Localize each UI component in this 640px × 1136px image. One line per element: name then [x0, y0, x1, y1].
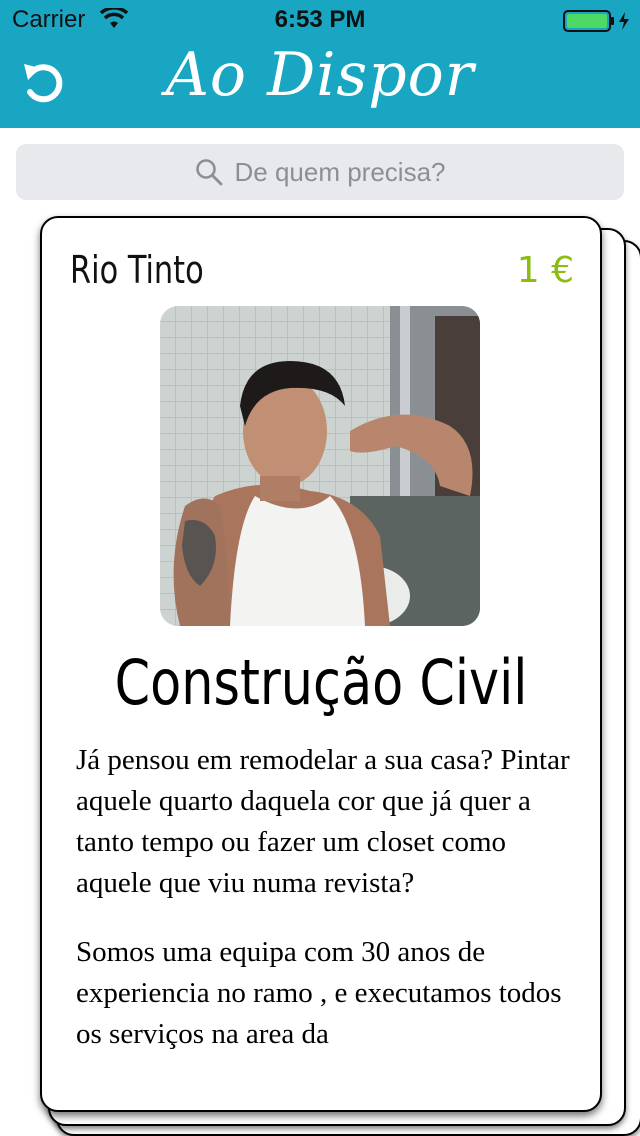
- card-price: 1 €: [516, 250, 574, 291]
- status-time: 6:53 PM: [274, 6, 366, 33]
- profile-photo: [160, 306, 480, 626]
- app-title: Ao Dispor: [165, 40, 475, 110]
- service-card[interactable]: Rio Tinto 1 € Construção Civil Já pensou…: [40, 216, 602, 1112]
- card-location: Rio Tinto: [70, 248, 204, 292]
- description-paragraph: Já pensou em remodelar a sua casa? Pinta…: [76, 744, 570, 899]
- navigation-bar: Carrier 6:53 PM Ao Dispor: [0, 0, 640, 128]
- search-input[interactable]: De quem precisa?: [16, 144, 624, 200]
- card-description: Já pensou em remodelar a sua casa? Pinta…: [76, 740, 576, 1083]
- battery-icon: [563, 10, 629, 32]
- search-placeholder: De quem precisa?: [234, 156, 446, 187]
- description-paragraph: Somos uma equipa com 30 anos de experien…: [76, 936, 562, 1050]
- card-title: Construção Civil: [114, 646, 528, 719]
- search-icon: [195, 159, 222, 186]
